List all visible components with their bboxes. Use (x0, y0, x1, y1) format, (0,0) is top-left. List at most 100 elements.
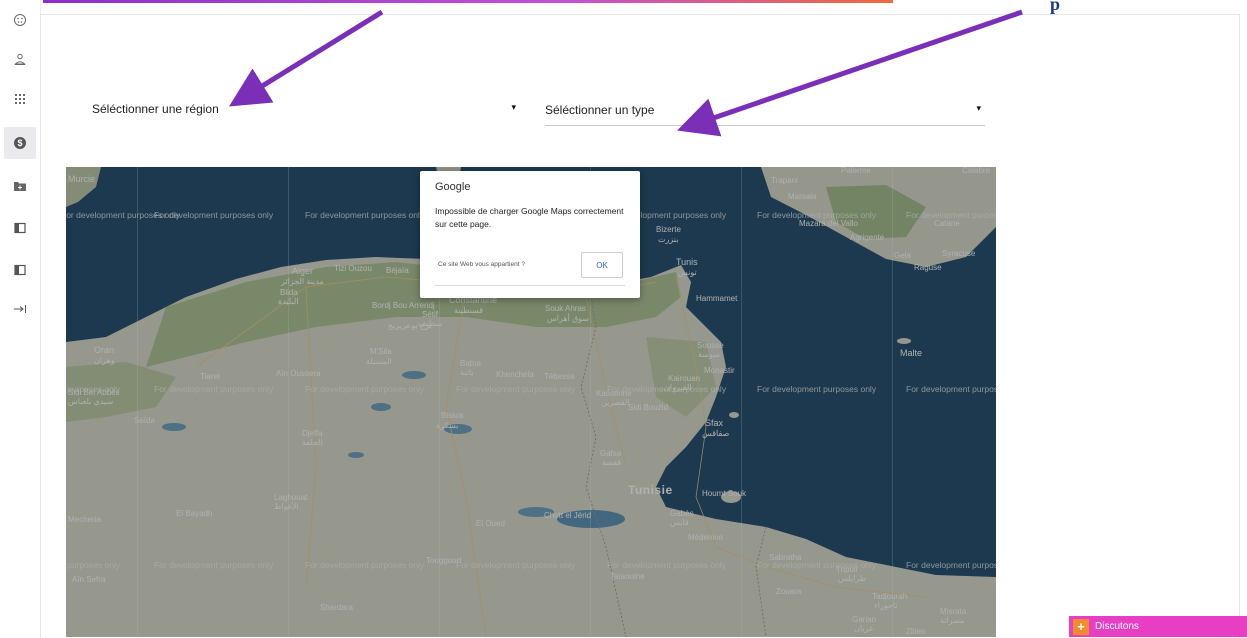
map-label: Laghouat (274, 493, 308, 502)
apps-grid-icon[interactable] (4, 83, 36, 115)
map-label: قسنطينة (454, 306, 484, 315)
map-watermark: For development purposes only (757, 384, 877, 394)
map-label: Syracuse (942, 249, 976, 258)
map-label: Sétif (422, 310, 439, 319)
map-watermark: For development purposes only (456, 560, 576, 570)
corner-mark: p (1050, 0, 1061, 14)
map-label: مدينة الجزائر (281, 277, 324, 286)
map-watermark: For development purposes only (305, 384, 425, 394)
map-label: Béjaïa (386, 266, 409, 275)
map-label: الأغواط (274, 502, 299, 511)
book-icon[interactable] (4, 212, 36, 244)
map-label: Tataouine (610, 572, 645, 581)
map-label: Tunisie (628, 483, 673, 497)
map-label: القصرين (601, 398, 630, 407)
svg-text:$: $ (17, 138, 22, 148)
user-icon[interactable] (4, 43, 36, 75)
top-accent-bar (43, 0, 893, 3)
map-label: Mazara del Vallo (799, 219, 858, 228)
map-label: El Bayadh (176, 509, 213, 518)
map-label: Sousse (697, 341, 724, 350)
map-tile-line (137, 167, 138, 637)
map-tile-line (892, 167, 893, 637)
map-label: Kairouan (668, 374, 701, 383)
map-label: Aïn Sefra (72, 575, 106, 584)
map-label: سيدي بلعباس (68, 397, 114, 406)
map-label: Malte (900, 348, 923, 358)
map-label: Sfax (705, 418, 724, 428)
palette-icon[interactable] (4, 4, 36, 36)
plus-icon: + (1073, 618, 1089, 635)
map-label: Tizi Ouzou (334, 264, 372, 273)
map-label: Chott el Jérid (544, 511, 592, 520)
map-watermark: For development purposes only (607, 560, 727, 570)
ok-button[interactable]: OK (581, 252, 623, 278)
map-label: Misrata (940, 607, 967, 616)
site-owner-link[interactable]: Ce site Web vous appartient ? (438, 261, 525, 268)
map-label: Zouara (776, 587, 802, 596)
map-watermark: For development purposes only (66, 560, 121, 570)
map-label: Mecheria (68, 515, 101, 524)
map-label: Agrigente (850, 233, 885, 242)
logout-icon[interactable] (4, 293, 36, 325)
map-label: Palerme (841, 167, 871, 175)
map-watermark: For development purposes only (906, 210, 996, 220)
map-label: مصراتة (940, 616, 965, 625)
map-label: Shardara (320, 603, 353, 612)
map-label: سوسة (698, 350, 720, 359)
map-watermark: For development purposes only (906, 384, 996, 394)
map-label: Murcie (68, 174, 96, 184)
dollar-icon[interactable]: $ (4, 127, 36, 159)
region-select[interactable]: Séléctionner une région ▾ (92, 94, 520, 125)
map-label: Sidi Bouzid (628, 403, 669, 412)
map-label: Zliten (906, 627, 926, 636)
map-watermark: For development purposes only (757, 560, 877, 570)
map-label: Gela (894, 251, 911, 260)
map-label: سطيف (418, 319, 442, 328)
map-label: الجلفة (302, 438, 323, 447)
map-label: Tébessa (544, 372, 575, 381)
map-label: Biskra (441, 411, 464, 420)
map-label: Aïn Oussera (276, 369, 321, 378)
map-label: Blida (280, 288, 298, 297)
map-label: غريان (854, 624, 874, 633)
maps-error-dialog: Google Impossible de charger Google Maps… (420, 171, 640, 298)
map-label: Batna (460, 359, 481, 368)
map-watermark: For development purposes only (154, 560, 274, 570)
map-label: El Oued (476, 519, 505, 528)
map-watermark: For development purposes only (66, 384, 121, 394)
map-label: Gabès (670, 509, 694, 518)
map-label: Khenchela (496, 370, 534, 379)
map-label: قفصة (602, 458, 622, 467)
map-label: M'Sila (370, 347, 392, 356)
map-label: Bordj Bou Arreridj (372, 301, 435, 310)
map-label: Trapani (771, 176, 798, 185)
folder-add-icon[interactable] (4, 170, 36, 202)
type-select[interactable]: Séléctionner un type ▾ (545, 95, 985, 126)
map-label: Saïda (134, 416, 155, 425)
map-label: البليدة (278, 297, 299, 306)
book-icon[interactable] (4, 254, 36, 286)
map-watermark: For development purposes only (305, 560, 425, 570)
map-label: Catane (934, 219, 960, 228)
map-label: وهران (94, 356, 115, 365)
region-select-value: Séléctionner une région (92, 102, 219, 116)
chat-label: Discutons (1095, 621, 1139, 632)
map-label: Houmt Souk (702, 489, 747, 498)
google-logo-text: Google (435, 181, 471, 193)
map-label: المسيلة (366, 357, 392, 366)
map-watermark: For development purposes only (154, 384, 274, 394)
map-label: Oran (94, 345, 115, 355)
map-label: Monastir (704, 366, 735, 375)
type-select-value: Séléctionner un type (545, 103, 655, 117)
chat-button[interactable]: + Discutons (1069, 616, 1247, 637)
map-tile-line (741, 167, 742, 637)
map-label: Bizerte (656, 225, 681, 234)
map-label: بنزرت (658, 235, 679, 244)
dialog-message: Impossible de charger Google Maps correc… (435, 206, 624, 229)
map-label: قابس (670, 518, 689, 527)
map-label: طرابلس (838, 574, 867, 583)
sidebar: $ (0, 0, 41, 637)
map-label: Hammamet (696, 294, 738, 303)
map-label: Tiaret (200, 372, 221, 381)
